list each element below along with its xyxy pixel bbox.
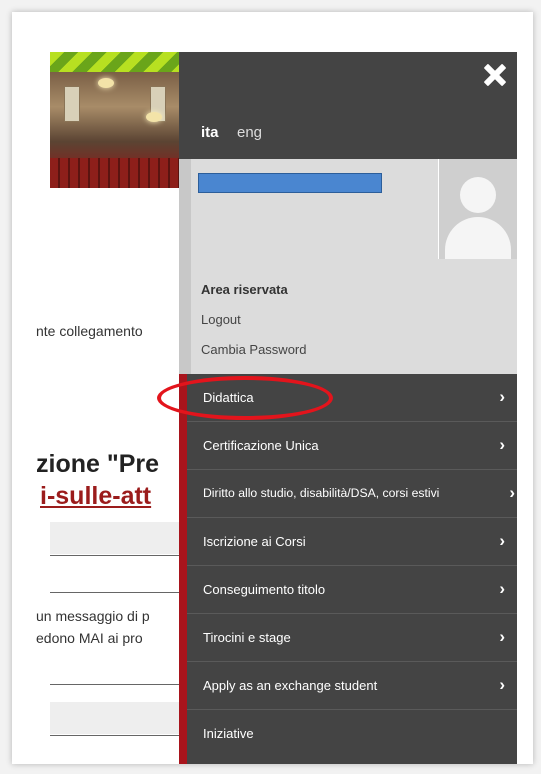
menu-item-label: Certificazione Unica	[203, 438, 319, 453]
hall-seats	[50, 158, 190, 188]
chevron-right-icon: ›	[499, 579, 505, 598]
lang-ita[interactable]: ita	[201, 124, 219, 141]
bg-heading: zione "Pre	[36, 450, 159, 478]
bg-message-line: un messaggio di p	[36, 608, 150, 624]
bg-box	[50, 522, 190, 554]
bg-box	[50, 702, 190, 734]
chevron-right-icon: ›	[499, 675, 505, 694]
menu-item-certificazione-unica[interactable]: Certificazione Unica ›	[187, 422, 517, 470]
chandelier	[98, 78, 114, 88]
menu-item-label: Conseguimento titolo	[203, 582, 326, 597]
username-redacted	[198, 173, 382, 193]
chevron-right-icon: ›	[499, 387, 505, 406]
user-panel: Area riservata Logout Cambia Password	[179, 159, 517, 374]
chevron-right-icon: ›	[499, 435, 505, 454]
user-panel-edge	[179, 159, 191, 374]
menu-item-tirocini-stage[interactable]: Tirocini e stage ›	[187, 614, 517, 662]
hero-stripe	[50, 52, 190, 72]
menu-item-label: Didattica	[203, 390, 254, 405]
menu-list: Didattica › Certificazione Unica › Dirit…	[187, 374, 517, 757]
menu-item-label: Iniziative	[203, 726, 254, 741]
menu-item-iniziative[interactable]: Iniziative	[187, 710, 517, 757]
page: nte collegamento zione "Pre i-sulle-att …	[12, 12, 533, 764]
menu-item-iscrizione-corsi[interactable]: Iscrizione ai Corsi ›	[187, 518, 517, 566]
menu-item-diritto-studio[interactable]: Diritto allo studio, disabilità/DSA, cor…	[187, 470, 517, 518]
avatar-body	[445, 217, 511, 259]
close-icon[interactable]	[481, 62, 507, 88]
hall-window	[64, 86, 80, 122]
bg-message-line: edono MAI ai pro	[36, 630, 143, 646]
hero-image	[50, 52, 190, 188]
reserved-area-title: Area riservata	[201, 282, 288, 297]
avatar-head	[460, 177, 496, 213]
bg-divider	[50, 592, 190, 593]
menu-item-label: Iscrizione ai Corsi	[203, 534, 306, 549]
lang-eng[interactable]: eng	[237, 124, 262, 141]
logout-link[interactable]: Logout	[201, 312, 241, 327]
menu-item-label: Apply as an exchange student	[203, 678, 378, 693]
chevron-right-icon: ›	[499, 627, 505, 646]
chevron-right-icon: ›	[509, 483, 515, 502]
bg-divider	[50, 735, 190, 736]
bg-divider	[50, 684, 190, 685]
chandelier	[146, 112, 162, 122]
bg-note-text: nte collegamento	[36, 323, 143, 339]
bg-link[interactable]: i-sulle-att	[40, 482, 151, 511]
chevron-right-icon: ›	[499, 531, 505, 550]
avatar	[438, 159, 517, 259]
menu-accent-bar	[179, 374, 187, 764]
menu-item-didattica[interactable]: Didattica ›	[187, 374, 517, 422]
side-menu: ita eng Area riservata Logout Cambia Pas…	[179, 52, 517, 764]
menu-header: ita eng	[179, 52, 517, 159]
bg-divider	[50, 555, 190, 556]
hall-photo	[50, 72, 190, 188]
menu-item-apply-exchange[interactable]: Apply as an exchange student ›	[187, 662, 517, 710]
change-password-link[interactable]: Cambia Password	[201, 342, 307, 357]
menu-item-conseguimento-titolo[interactable]: Conseguimento titolo ›	[187, 566, 517, 614]
menu-item-label: Tirocini e stage	[203, 630, 291, 645]
menu-item-label: Diritto allo studio, disabilità/DSA, cor…	[203, 486, 440, 500]
